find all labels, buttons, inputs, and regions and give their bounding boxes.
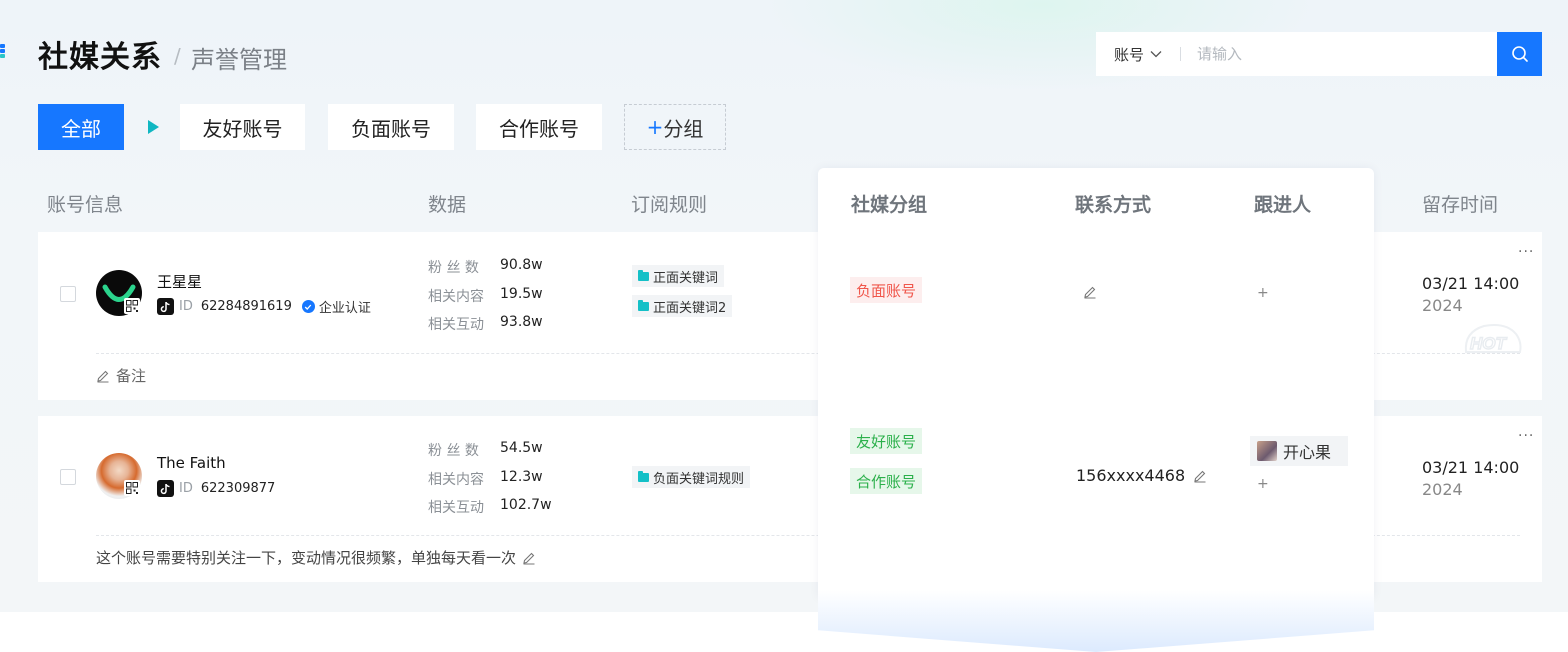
qr-code-icon[interactable] [124, 480, 140, 496]
stat-value: 54.5w [500, 440, 543, 456]
search-button[interactable] [1497, 32, 1542, 76]
stat-label: 粉 丝 数 [428, 443, 479, 459]
contact-edit[interactable] [1075, 285, 1097, 299]
edit-icon [97, 370, 109, 382]
retention-time: 03/21 14:00 [1422, 274, 1520, 293]
edit-icon [1194, 470, 1206, 482]
tab-cooperation[interactable]: 合作账号 [476, 104, 602, 150]
add-follower-button[interactable]: + [1257, 476, 1269, 492]
column-header-data: 数据 [428, 194, 467, 216]
highlight-panel [818, 168, 1374, 598]
stat-value: 19.5w [500, 286, 543, 302]
account-name[interactable]: The Faith [157, 454, 226, 472]
contact-value: 156xxxx4468 [1076, 466, 1186, 485]
group-tag-cooperation[interactable]: 合作账号 [850, 468, 923, 494]
stat-value: 90.8w [500, 257, 543, 273]
avatar [1257, 441, 1277, 461]
retention-year: 2024 [1422, 296, 1463, 315]
account-id: 622309877 [200, 481, 276, 496]
stat-value: 12.3w [500, 469, 543, 485]
stat-label: 相关互动 [428, 317, 484, 333]
hot-watermark-icon: HOT [1464, 324, 1522, 354]
search-bar: 账号 [1096, 32, 1542, 76]
enterprise-verified-badge: 企业认证 [301, 297, 371, 316]
stat-content: 相关内容 19.5w [428, 286, 543, 306]
page-title: 社媒关系 [38, 40, 162, 75]
search-type-select[interactable]: 账号 [1096, 44, 1180, 65]
row-checkbox[interactable] [60, 469, 76, 485]
keyword-label: 正面关键词 [653, 270, 719, 286]
keyword-label: 正面关键词2 [653, 300, 727, 316]
keyword-label: 负面关键词规则 [653, 471, 745, 487]
stat-value: 93.8w [500, 314, 543, 330]
stat-label: 相关内容 [428, 472, 484, 488]
edit-icon [523, 552, 535, 564]
verified-label: 企业认证 [318, 301, 371, 316]
search-icon [1511, 46, 1528, 62]
add-group-button[interactable]: + 分组 [624, 104, 726, 150]
row-checkbox[interactable] [60, 286, 76, 302]
id-label: ID [179, 481, 193, 496]
stat-interaction: 相关互动 93.8w [428, 314, 543, 334]
keyword-tag[interactable]: 正面关键词2 [632, 295, 733, 317]
page-subtitle[interactable]: 声誉管理 [191, 40, 287, 75]
retention-time: 03/21 14:00 [1422, 458, 1520, 477]
stat-value: 102.7w [500, 497, 552, 513]
follower-chip[interactable]: 开心果 [1250, 436, 1348, 466]
column-header-contact: 联系方式 [1075, 194, 1152, 216]
folder-icon [638, 269, 649, 281]
tab-negative[interactable]: 负面账号 [328, 104, 454, 150]
retention-year: 2024 [1422, 480, 1463, 499]
chevron-down-icon [1150, 51, 1162, 58]
keyword-tag[interactable]: 负面关键词规则 [632, 466, 751, 488]
stat-fans: 粉 丝 数 90.8w [428, 257, 543, 277]
id-label: ID [179, 299, 193, 314]
contact-edit[interactable]: 156xxxx4468 [1076, 466, 1207, 485]
folder-icon [638, 299, 649, 311]
group-tag-negative[interactable]: 负面账号 [850, 277, 923, 303]
more-options-icon[interactable]: ··· [1518, 428, 1534, 444]
note-edit[interactable]: 备注 [96, 365, 146, 386]
svg-text:HOT: HOT [1470, 334, 1508, 353]
douyin-icon [157, 480, 174, 497]
add-follower-button[interactable]: + [1257, 285, 1269, 301]
follower-name: 开心果 [1283, 443, 1332, 462]
stat-interaction: 相关互动 102.7w [428, 497, 552, 517]
plus-icon: + [646, 115, 664, 139]
search-type-label: 账号 [1114, 45, 1145, 64]
search-input[interactable] [1181, 32, 1497, 76]
column-header-account: 账号信息 [47, 194, 124, 216]
account-name[interactable]: 王星星 [157, 271, 202, 292]
verified-check-icon [301, 300, 315, 313]
note-edit[interactable]: 这个账号需要特别关注一下，变动情况很频繁，单独每天看一次 [96, 547, 536, 568]
stat-label: 相关内容 [428, 289, 484, 305]
account-id: 62284891619 [200, 299, 292, 314]
tab-friendly[interactable]: 友好账号 [180, 104, 305, 150]
column-header-follower: 跟进人 [1254, 194, 1312, 216]
breadcrumb-separator: / [174, 44, 181, 68]
note-text: 这个账号需要特别关注一下，变动情况很频繁，单独每天看一次 [96, 549, 517, 567]
keyword-tag[interactable]: 正面关键词 [632, 265, 725, 287]
sidebar-toggle-marker[interactable] [0, 44, 6, 58]
add-group-label: 分组 [663, 116, 704, 141]
stat-label: 相关互动 [428, 500, 484, 516]
column-header-group: 社媒分组 [851, 194, 928, 216]
folder-icon [638, 470, 649, 482]
group-tag-friendly[interactable]: 友好账号 [850, 428, 923, 454]
column-header-time: 留存时间 [1422, 194, 1499, 216]
account-id-row: ID 622309877 [157, 480, 285, 497]
play-arrow-icon[interactable] [148, 120, 159, 134]
more-options-icon[interactable]: ··· [1518, 244, 1534, 260]
stat-label: 粉 丝 数 [428, 260, 479, 276]
column-header-rules: 订阅规则 [631, 194, 708, 216]
edit-icon [1084, 286, 1096, 299]
highlight-panel-pointer [818, 590, 1374, 652]
qr-code-icon[interactable] [124, 298, 140, 314]
account-id-row: ID 62284891619 企业认证 [157, 297, 371, 316]
tab-all[interactable]: 全部 [38, 104, 124, 150]
note-text: 备注 [116, 367, 147, 385]
stat-fans: 粉 丝 数 54.5w [428, 440, 543, 460]
stat-content: 相关内容 12.3w [428, 469, 543, 489]
douyin-icon [157, 298, 174, 315]
